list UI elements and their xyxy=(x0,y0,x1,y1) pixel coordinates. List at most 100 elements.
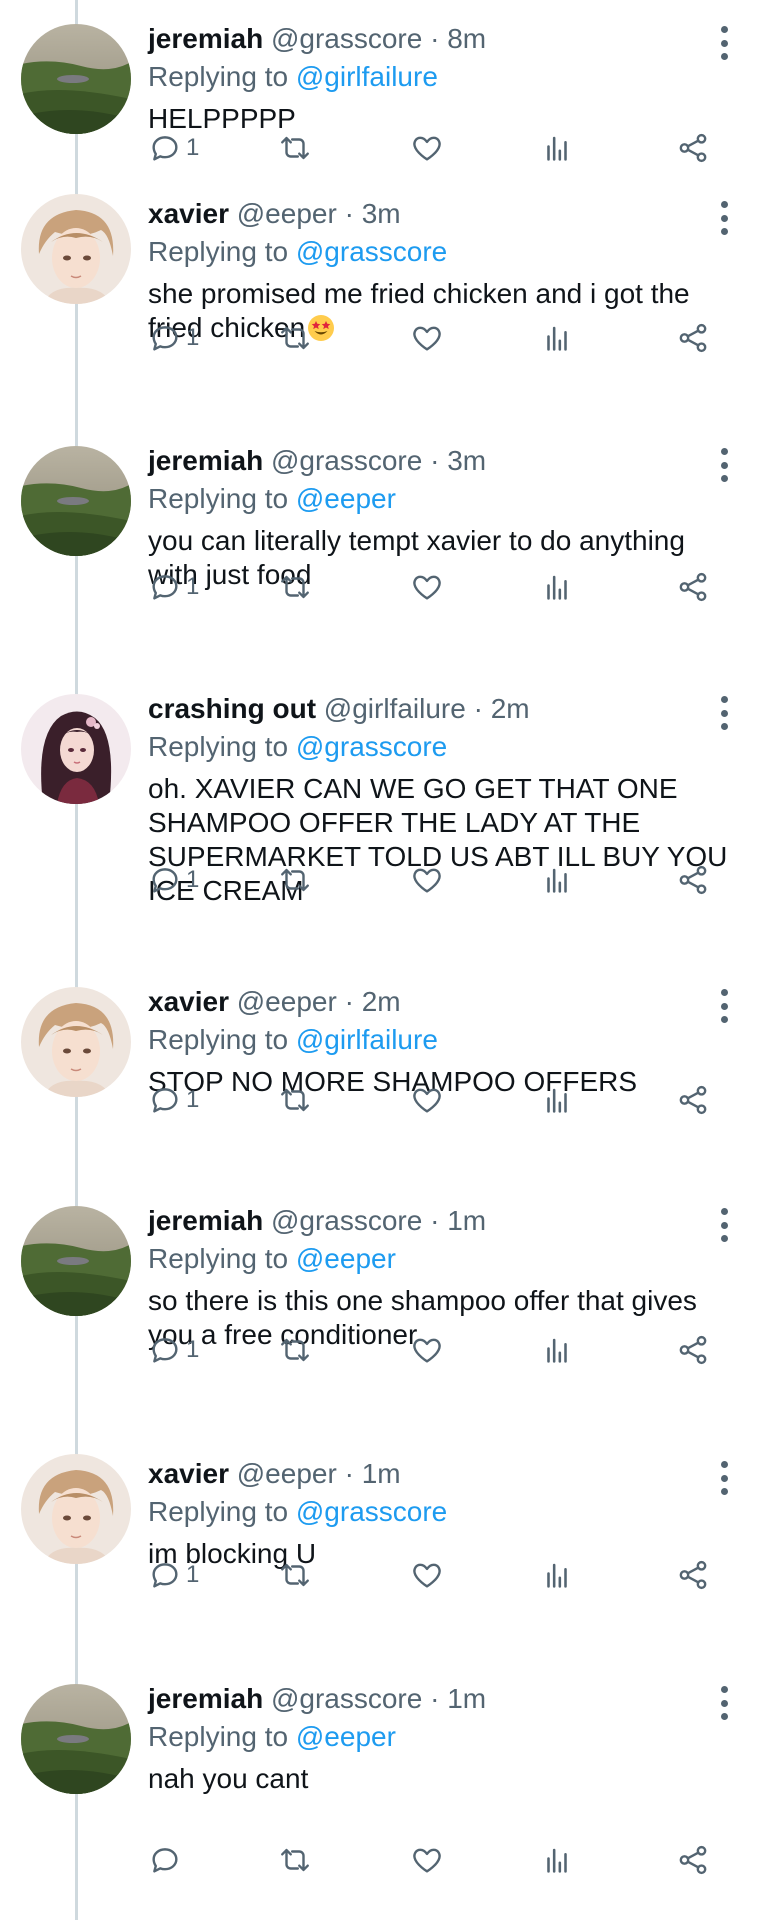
share-button[interactable] xyxy=(676,1330,710,1370)
reply-button[interactable]: 1 xyxy=(148,567,199,607)
user-handle[interactable]: @eeper xyxy=(237,986,337,1017)
replying-to-link[interactable]: @grasscore xyxy=(296,731,447,762)
avatar[interactable] xyxy=(21,987,131,1097)
user-handle[interactable]: @eeper xyxy=(237,198,337,229)
views-icon xyxy=(540,1558,574,1592)
replying-to-link[interactable]: @grasscore xyxy=(296,236,447,267)
display-name[interactable]: jeremiah xyxy=(148,23,263,54)
display-name[interactable]: crashing out xyxy=(148,693,316,724)
retweet-button[interactable] xyxy=(278,567,312,607)
replying-to-link[interactable]: @eeper xyxy=(296,1243,396,1274)
timestamp[interactable]: 1m xyxy=(362,1458,401,1489)
reply-count: 1 xyxy=(186,1561,200,1588)
views-button[interactable] xyxy=(540,128,574,168)
timestamp[interactable]: 3m xyxy=(447,445,486,476)
more-icon[interactable] xyxy=(719,696,729,730)
share-button[interactable] xyxy=(676,1555,710,1595)
timestamp[interactable]: 1m xyxy=(447,1683,486,1714)
share-button[interactable] xyxy=(676,318,710,358)
display-name[interactable]: xavier xyxy=(148,198,229,229)
tweet[interactable]: xavier @eeper · 2m Replying to @girlfailu… xyxy=(0,963,759,1160)
user-handle[interactable]: @grasscore xyxy=(271,23,422,54)
display-name[interactable]: xavier xyxy=(148,1458,229,1489)
replying-to-link[interactable]: @grasscore xyxy=(296,1496,447,1527)
more-icon[interactable] xyxy=(719,1208,729,1242)
like-button[interactable] xyxy=(410,318,444,358)
views-button[interactable] xyxy=(540,1840,574,1880)
display-name[interactable]: jeremiah xyxy=(148,1683,263,1714)
user-handle[interactable]: @grasscore xyxy=(271,1683,422,1714)
views-button[interactable] xyxy=(540,860,574,900)
replying-to-line: Replying to @eeper xyxy=(148,480,749,518)
retweet-button[interactable] xyxy=(278,1080,312,1120)
tweet[interactable]: jeremiah @grasscore · 3m Replying to @eep… xyxy=(0,422,759,647)
reply-button[interactable]: 1 xyxy=(148,860,199,900)
like-button[interactable] xyxy=(410,567,444,607)
tweet[interactable]: jeremiah @grasscore · 1m Replying to @eep… xyxy=(0,1182,759,1410)
views-button[interactable] xyxy=(540,318,574,358)
reply-button[interactable]: 1 xyxy=(148,1330,199,1370)
avatar[interactable] xyxy=(21,1684,131,1794)
share-button[interactable] xyxy=(676,1080,710,1120)
tweet[interactable]: jeremiah @grasscore · 1m Replying to @eep… xyxy=(0,1660,759,1920)
user-handle[interactable]: @eeper xyxy=(237,1458,337,1489)
more-icon[interactable] xyxy=(719,26,729,60)
reply-button[interactable]: 1 xyxy=(148,1080,199,1120)
like-button[interactable] xyxy=(410,860,444,900)
avatar[interactable] xyxy=(21,194,131,304)
tweet[interactable]: xavier @eeper · 1m Replying to @grasscore… xyxy=(0,1435,759,1635)
avatar[interactable] xyxy=(21,694,131,804)
display-name[interactable]: jeremiah xyxy=(148,1205,263,1236)
tweet[interactable]: crashing out @girlfailure · 2m Replying t… xyxy=(0,670,759,940)
separator-dot: · xyxy=(344,1458,354,1489)
display-name[interactable]: jeremiah xyxy=(148,445,263,476)
timestamp[interactable]: 2m xyxy=(491,693,530,724)
more-icon[interactable] xyxy=(719,448,729,482)
views-button[interactable] xyxy=(540,1330,574,1370)
retweet-button[interactable] xyxy=(278,1555,312,1595)
retweet-button[interactable] xyxy=(278,318,312,358)
user-handle[interactable]: @girlfailure xyxy=(324,693,466,724)
share-button[interactable] xyxy=(676,128,710,168)
more-icon[interactable] xyxy=(719,989,729,1023)
timestamp[interactable]: 2m xyxy=(362,986,401,1017)
reply-button[interactable]: 1 xyxy=(148,1555,199,1595)
reply-button[interactable]: 1 xyxy=(148,128,199,168)
like-button[interactable] xyxy=(410,1840,444,1880)
timestamp[interactable]: 1m xyxy=(447,1205,486,1236)
more-icon[interactable] xyxy=(719,1461,729,1495)
more-icon[interactable] xyxy=(719,1686,729,1720)
replying-to-link[interactable]: @eeper xyxy=(296,483,396,514)
user-handle[interactable]: @grasscore xyxy=(271,1205,422,1236)
avatar[interactable] xyxy=(21,1454,131,1564)
share-button[interactable] xyxy=(676,860,710,900)
timestamp[interactable]: 3m xyxy=(362,198,401,229)
share-button[interactable] xyxy=(676,1840,710,1880)
views-button[interactable] xyxy=(540,567,574,607)
reply-button[interactable] xyxy=(148,1840,186,1880)
like-button[interactable] xyxy=(410,1555,444,1595)
replying-to-link[interactable]: @eeper xyxy=(296,1721,396,1752)
replying-to-link[interactable]: @girlfailure xyxy=(296,61,438,92)
views-button[interactable] xyxy=(540,1080,574,1120)
avatar[interactable] xyxy=(21,24,131,134)
avatar[interactable] xyxy=(21,1206,131,1316)
retweet-button[interactable] xyxy=(278,860,312,900)
replying-to-link[interactable]: @girlfailure xyxy=(296,1024,438,1055)
retweet-button[interactable] xyxy=(278,1330,312,1370)
retweet-button[interactable] xyxy=(278,1840,312,1880)
like-button[interactable] xyxy=(410,1330,444,1370)
avatar-image xyxy=(21,446,131,556)
like-button[interactable] xyxy=(410,1080,444,1120)
retweet-button[interactable] xyxy=(278,128,312,168)
reply-button[interactable]: 1 xyxy=(148,318,199,358)
tweet[interactable]: xavier @eeper · 3m Replying to @grasscore… xyxy=(0,175,759,398)
share-button[interactable] xyxy=(676,567,710,607)
timestamp[interactable]: 8m xyxy=(447,23,486,54)
views-button[interactable] xyxy=(540,1555,574,1595)
like-button[interactable] xyxy=(410,128,444,168)
avatar[interactable] xyxy=(21,446,131,556)
display-name[interactable]: xavier xyxy=(148,986,229,1017)
user-handle[interactable]: @grasscore xyxy=(271,445,422,476)
more-icon[interactable] xyxy=(719,201,729,235)
